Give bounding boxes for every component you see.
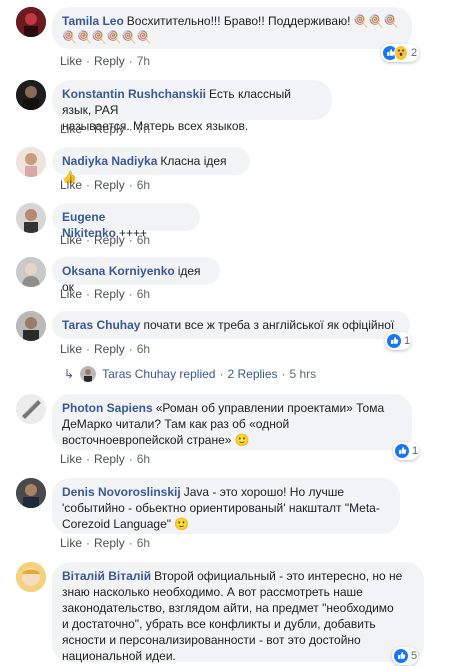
comment-bubble: Konstantin Rushchanskii Есть классный язы… (52, 80, 332, 133)
comment-actions: Like · Reply · 6h (60, 287, 151, 301)
like-link[interactable]: Like (60, 287, 82, 301)
comment-author[interactable]: Oksana Korniyenko (62, 264, 175, 278)
comment-time[interactable]: 6h (137, 233, 150, 247)
comment-actions: Like · Reply · 6h (60, 342, 151, 356)
comment-time[interactable]: 6h (137, 342, 150, 356)
wow-reaction-icon (394, 45, 408, 61)
avatar[interactable] (16, 80, 46, 110)
comment-bubble: Denis Novoroslinskij Java - это хорошо! Н… (52, 478, 400, 534)
reply-link[interactable]: Reply (94, 452, 125, 466)
comment-bubble: Tamila Leo Восхитительно!!! Браво!! Подде… (52, 7, 412, 49)
comment-text: Восхитительно!!! Браво!! Поддерживаю! 🍭🍭… (126, 14, 399, 28)
reaction-summary[interactable]: 1 (393, 442, 419, 460)
comment-text: ДеМарко читали? Там как раз об «одной (62, 417, 290, 431)
avatar[interactable] (16, 562, 46, 592)
avatar[interactable] (16, 394, 46, 424)
comment-time[interactable]: 7h (137, 122, 150, 136)
reaction-summary[interactable]: 2 (381, 44, 419, 62)
like-link[interactable]: Like (60, 54, 82, 68)
comment-text: восточноевропейской стране» 🙂 (62, 433, 250, 447)
reply-link[interactable]: Reply (94, 122, 125, 136)
avatar (80, 366, 97, 382)
comment-bubble: Eugene Nikitenko ++++ (52, 203, 200, 240)
comment-author[interactable]: Nadiyka Nadiyka (62, 154, 157, 168)
reply-link[interactable]: Reply (94, 233, 125, 247)
comment-time[interactable]: 6h (137, 452, 150, 466)
comment-text: национальной идеи. (62, 649, 176, 663)
reaction-count: 1 (404, 335, 411, 347)
reaction-summary[interactable]: 1 (385, 332, 411, 350)
comment-actions: Like · Reply · 7h (60, 54, 151, 68)
comment-time[interactable]: 6h (137, 287, 150, 301)
comment-text: Java - это хорошо! Но лучше (183, 485, 345, 499)
avatar[interactable] (16, 147, 46, 177)
comment-text: ясности и персонализированности - вот эт… (62, 633, 361, 647)
like-link[interactable]: Like (60, 536, 82, 550)
like-link[interactable]: Like (60, 342, 82, 356)
reaction-summary[interactable]: 5 (392, 647, 418, 665)
reply-link[interactable]: Reply (94, 54, 125, 68)
comment-actions: Like · Reply · 6h (60, 178, 151, 192)
comment-bubble: Taras Chuhay почати все ж треба з англійс… (52, 311, 410, 339)
reaction-count: 2 (411, 47, 418, 59)
comment-time[interactable]: 7h (137, 54, 150, 68)
comment-text: и достаточно", убрать все конфликты и ду… (62, 617, 376, 631)
comment-text: 🍭🍭🍭🍭🍭🍭 (62, 30, 152, 44)
comment-bubble: Віталій Віталій Второй официальный - это … (52, 562, 424, 663)
like-reaction-icon (394, 649, 408, 663)
comment-text: Второй официальный - это интересно, но н… (154, 569, 403, 583)
comment-time[interactable]: 6h (137, 536, 150, 550)
reply-arrow-icon: ↳ (64, 367, 75, 381)
comment-bubble: Nadiyka Nadiyka Класна ідея 👍 (52, 147, 250, 184)
comment-time[interactable]: 6h (137, 178, 150, 192)
comment-bubble: Photon Sapiens «Роман об управлении проек… (52, 394, 412, 450)
comment-text: законодательство, взглядом айти, на пред… (62, 601, 394, 615)
comment-author[interactable]: Denis Novoroslinskij (62, 485, 181, 499)
comment-author[interactable]: Віталій Віталій (62, 569, 151, 583)
like-reaction-icon (395, 444, 409, 458)
avatar[interactable] (16, 257, 46, 287)
comment-actions: Like · Reply · 6h (60, 536, 151, 550)
like-link[interactable]: Like (60, 178, 82, 192)
avatar[interactable] (16, 7, 46, 37)
reaction-count: 5 (411, 650, 418, 662)
comment-actions: Like · Reply · 6h (60, 233, 151, 247)
like-reaction-icon (387, 334, 401, 348)
comment-author[interactable]: Taras Chuhay (62, 318, 140, 332)
like-link[interactable]: Like (60, 233, 82, 247)
reply-link[interactable]: Reply (94, 536, 125, 550)
comment-author[interactable]: Tamila Leo (62, 14, 124, 28)
comment-author[interactable]: Konstantin Rushchanskii (62, 87, 206, 101)
like-link[interactable]: Like (60, 452, 82, 466)
replied-by-text[interactable]: Taras Chuhay replied (102, 367, 215, 381)
reply-link[interactable]: Reply (94, 342, 125, 356)
comment-text: знаю насколько необходимо. А вот рассмот… (62, 585, 363, 599)
reply-link[interactable]: Reply (94, 287, 125, 301)
comment-text: Corezoid Language" 🙂 (62, 517, 190, 531)
replies-time: 5 hrs (289, 367, 317, 381)
reaction-count: 1 (412, 445, 419, 457)
comment-text: 'событийно - обьектно ориентированый' на… (62, 501, 380, 515)
comment-author[interactable]: Photon Sapiens (62, 401, 153, 415)
comment-text: почати все ж треба з англійської як офіц… (143, 318, 395, 332)
avatar[interactable] (16, 478, 46, 508)
view-replies-row[interactable]: ↳ Taras Chuhay replied · 2 Replies · 5 hrs (64, 366, 316, 382)
reply-link[interactable]: Reply (94, 178, 125, 192)
comment-bubble: Oksana Korniyenko ідея ок (52, 257, 220, 294)
avatar[interactable] (16, 311, 46, 341)
comment-actions: Like · Reply · 7h (60, 122, 151, 136)
comment-text: «Роман об управлении проектами» Тома (155, 401, 385, 415)
comment-actions: Like · Reply · 6h (60, 452, 151, 466)
like-link[interactable]: Like (60, 122, 82, 136)
replies-count-link[interactable]: 2 Replies (227, 367, 277, 381)
avatar[interactable] (16, 203, 46, 233)
